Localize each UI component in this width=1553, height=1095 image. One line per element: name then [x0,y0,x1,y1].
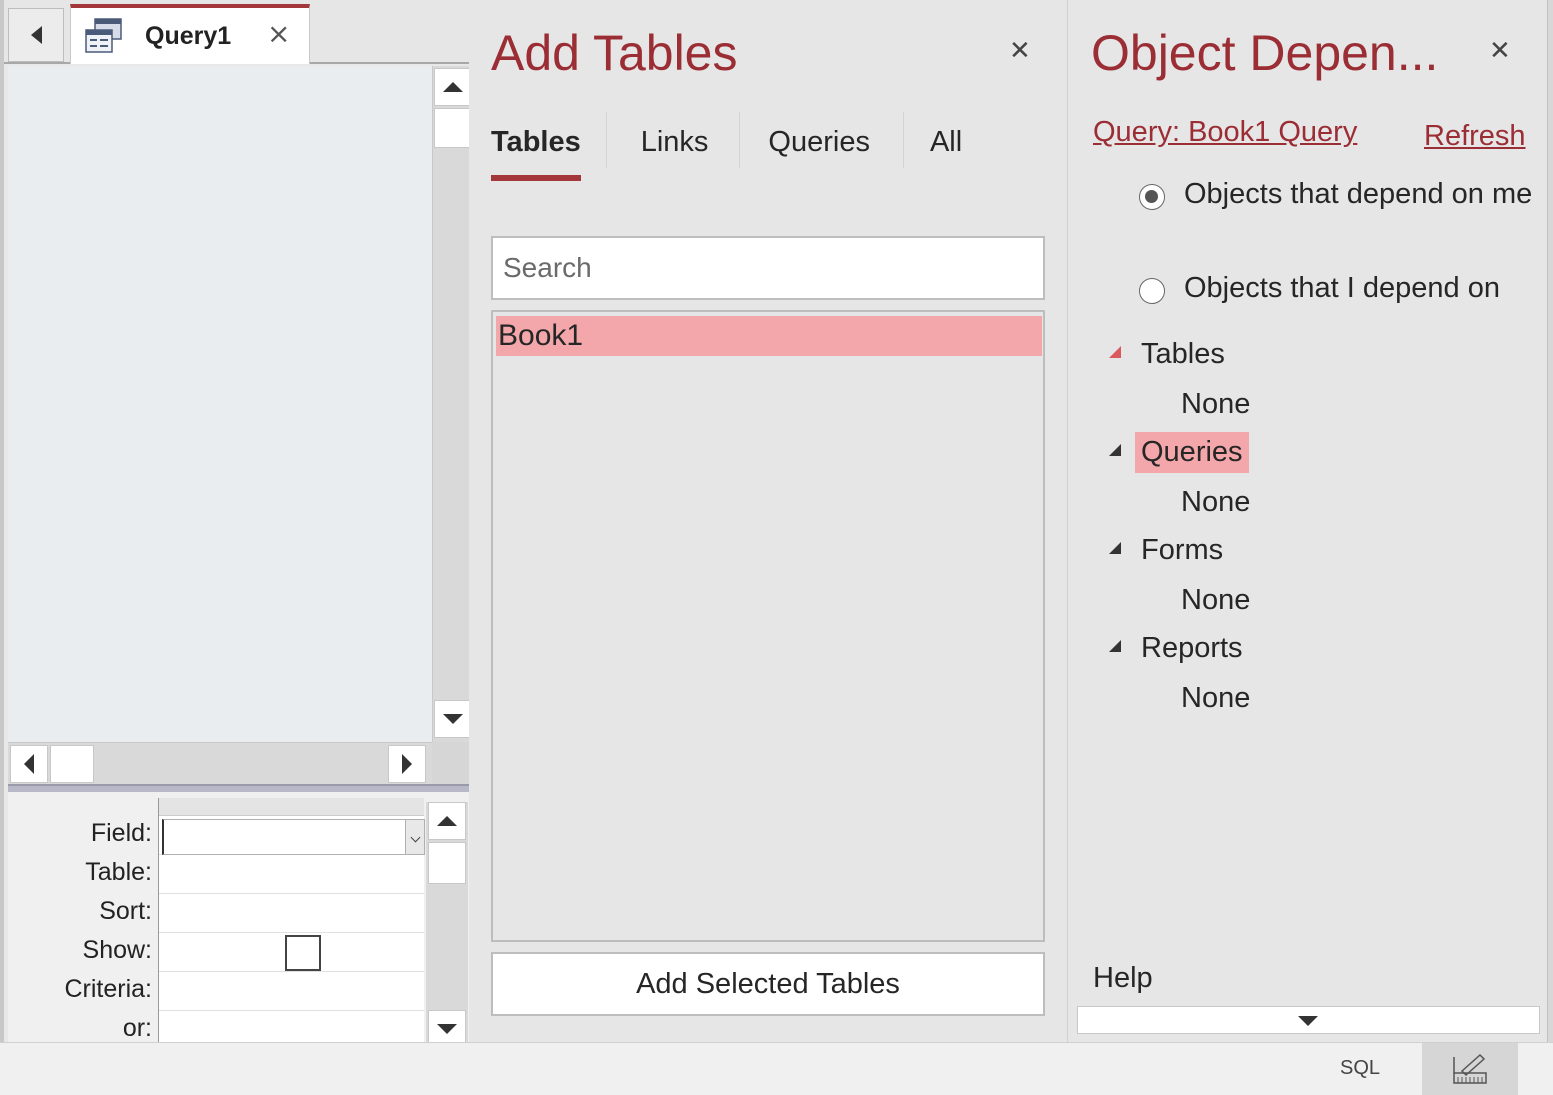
search-box [491,236,1045,300]
help-panel-toggle[interactable] [1077,1006,1540,1034]
tree-label-queries[interactable]: Queries [1135,432,1249,473]
row-label-show: Show: [82,936,152,964]
grid-scroll-thumb[interactable] [428,842,466,884]
row-label-sort: Sort: [99,897,152,925]
row-label-table: Table: [85,858,152,886]
grid-vertical-scrollbar[interactable] [426,802,468,1048]
query-icon [85,18,122,53]
add-selected-tables-button[interactable]: Add Selected Tables [491,952,1045,1016]
radio-button[interactable] [1139,278,1165,304]
expand-caret-icon[interactable] [1109,444,1121,456]
sql-view-button[interactable]: SQL [1340,1057,1380,1080]
close-pane-icon[interactable]: ✕ [1489,36,1511,66]
tab-queries[interactable]: Queries [768,120,870,181]
object-dependencies-pane: Object Depen... ✕ Query: Book1 Query Ref… [1069,0,1547,1042]
tree-item-none: None [1181,388,1251,420]
tab-links[interactable]: Links [641,120,709,181]
row-label-criteria: Criteria: [64,975,152,1003]
document-tab-query1[interactable]: Query1 × [70,4,310,64]
design-view-icon [1453,1053,1487,1084]
object-link[interactable]: Query: Book1 Query [1093,116,1357,149]
add-tables-pane: Add Tables ✕ Tables Links Queries All Bo… [469,0,1068,1042]
sort-cell[interactable] [159,894,424,933]
document-tab-label: Query1 [145,22,232,50]
chevron-down-icon [1298,1016,1318,1026]
status-bar: SQL [0,1042,1553,1095]
scroll-up-button[interactable] [434,68,472,106]
tree-item-none: None [1181,486,1251,518]
tables-list: Book1 [491,310,1045,942]
scroll-thumb[interactable] [434,108,472,148]
arrow-down-icon [437,1024,457,1034]
add-tables-title: Add Tables [491,25,738,81]
table-cell[interactable] [159,855,424,894]
triangle-left-icon [30,26,42,44]
design-grid-row-labels: Field: Table: Sort: Show: Criteria: or: [8,814,154,1048]
radio-button-selected[interactable] [1139,184,1165,210]
close-pane-icon[interactable]: ✕ [1009,36,1031,66]
scroll-down-button[interactable] [434,700,472,738]
tree-item-none: None [1181,584,1251,616]
tab-divider [903,112,904,168]
radio-depend-on-me[interactable]: Objects that depend on me [1139,178,1534,215]
tree-label-tables[interactable]: Tables [1135,334,1231,375]
tab-divider [606,112,607,168]
vertical-scrollbar[interactable] [432,66,472,742]
radio-label: Objects that depend on me [1184,178,1533,210]
refresh-link[interactable]: Refresh [1424,120,1526,153]
access-window: Query1 × Field: Table: Sort: Show: Crite… [0,0,1553,1095]
design-view-button[interactable] [1422,1043,1518,1095]
close-tab-icon[interactable]: × [267,20,290,48]
tree-item-none: None [1181,682,1251,714]
scrollbar-corner [432,742,472,784]
arrow-up-icon [437,816,457,826]
window-edge [1547,0,1553,1042]
arrow-right-icon [402,754,412,774]
scroll-left-button[interactable] [10,745,48,783]
search-input[interactable] [493,238,1043,298]
tab-all[interactable]: All [930,120,962,181]
query-designer: Query1 × Field: Table: Sort: Show: Crite… [0,0,472,1050]
criteria-cell[interactable] [159,972,424,1011]
tab-tables[interactable]: Tables [491,120,581,181]
design-grid: Field: Table: Sort: Show: Criteria: or: [8,792,472,1050]
expand-caret-icon[interactable] [1109,542,1121,554]
table-pane-canvas[interactable] [8,66,432,742]
add-tables-tabs: Tables Links Queries All [491,120,1022,181]
radio-label: Objects that I depend on [1184,272,1500,304]
list-item[interactable]: Book1 [496,316,1042,356]
pane-splitter[interactable] [8,784,472,792]
document-tab-bar: Query1 × [4,0,472,64]
radio-i-depend-on[interactable]: Objects that I depend on [1139,272,1534,309]
scroll-thumb-horizontal[interactable] [50,745,94,783]
horizontal-scrollbar[interactable] [8,742,432,784]
field-input[interactable] [162,819,406,855]
show-checkbox[interactable] [285,935,321,971]
help-label: Help [1093,962,1153,994]
grid-scroll-up-button[interactable] [428,802,466,840]
row-label-field: Field: [90,819,152,847]
column-selector[interactable] [159,798,424,816]
expand-caret-icon[interactable] [1109,346,1121,358]
nav-pane-toggle-button[interactable] [8,8,64,62]
field-dropdown-button[interactable] [405,819,425,855]
arrow-left-icon [24,754,34,774]
design-grid-column [158,798,425,1050]
field-cell[interactable] [159,816,425,855]
expand-caret-icon[interactable] [1109,640,1121,652]
show-cell [159,933,424,972]
arrow-down-icon [443,714,463,724]
tab-divider [739,112,740,168]
object-dependencies-title: Object Depen... [1091,25,1439,81]
arrow-up-icon [443,82,463,92]
tree-label-reports[interactable]: Reports [1135,628,1249,669]
tree-label-forms[interactable]: Forms [1135,530,1229,571]
scroll-right-button[interactable] [388,745,426,783]
